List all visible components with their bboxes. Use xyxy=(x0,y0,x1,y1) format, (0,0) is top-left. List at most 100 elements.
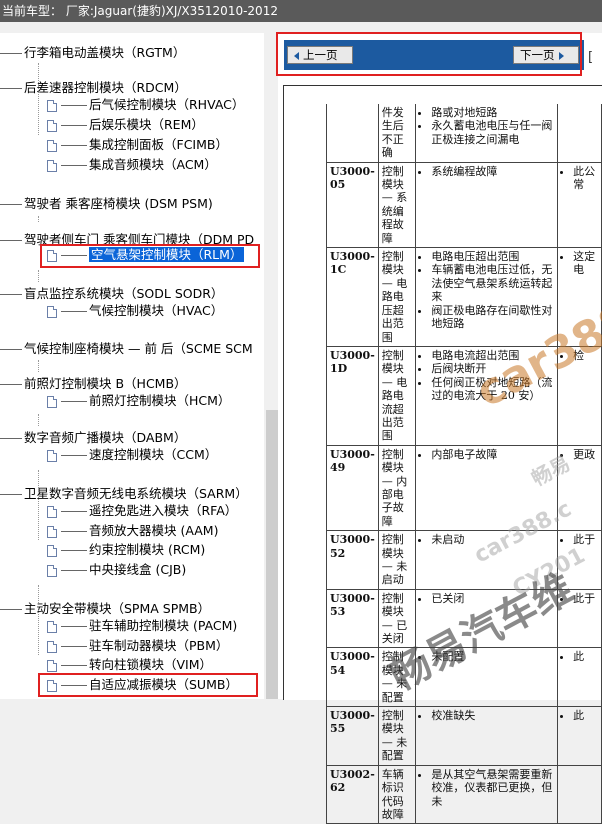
tree-guide-line xyxy=(38,63,39,135)
tree-leaf-line xyxy=(61,626,87,627)
document-icon xyxy=(47,395,57,408)
tree-item[interactable]: 中央接线盒 (CJB) xyxy=(47,561,186,579)
cause-item: 是从其空气悬架需要重新校准，仪表都已更换，但未 xyxy=(431,768,554,808)
dtc-description: 控制模块 — 内部电子故障 xyxy=(377,444,417,532)
cause-item: 未配置 xyxy=(431,650,554,663)
cause-item: 系统编程故障 xyxy=(431,165,554,178)
module-tree: 行李箱电动盖模块（RGTM） 后差速器控制模块（RDCM） 后气候控制模块（RHVA… xyxy=(0,33,264,699)
dtc-code: U3000-53 xyxy=(326,588,379,649)
table-row: U3000-53控制模块 — 已关闭 已关闭 此于 xyxy=(326,588,602,649)
tree-branch-line xyxy=(0,88,22,89)
dtc-description: 控制模块 — 电路电压超出范围 xyxy=(377,247,417,347)
tree-guide-line xyxy=(38,470,39,540)
tree-item-label: 主动安全带模块（SPMA SPMB） xyxy=(24,601,211,616)
tree-item[interactable]: 速度控制模块（CCM） xyxy=(47,446,217,464)
tree-leaf-line xyxy=(61,665,87,666)
tree-item-label: 集成音频模块（ACM） xyxy=(89,157,217,172)
selected-item-highlight xyxy=(40,244,260,268)
tree-group[interactable]: 气候控制座椅模块 — 前 后（SCME SCM xyxy=(0,340,253,358)
tree-branch-line xyxy=(0,294,22,295)
tree-group[interactable]: 数字音频广播模块（DABM） xyxy=(0,429,186,447)
tree-guide-line xyxy=(38,270,39,282)
action-item: 此于 xyxy=(573,533,598,546)
tree-scroll-thumb[interactable] xyxy=(266,410,278,699)
tree-item[interactable]: 约束控制模块 (RCM) xyxy=(47,541,205,559)
action-list: 检 xyxy=(561,349,598,362)
dtc-causes: 路或对地短路永久蓄电池电压与任一阀正极连接之间漏电 xyxy=(415,104,559,163)
action-item: 检 xyxy=(573,349,598,362)
tree-item[interactable]: 气候控制模块（HVAC） xyxy=(47,302,223,320)
cause-list: 系统编程故障 xyxy=(419,165,554,178)
tree-item-label: 后差速器控制模块（RDCM） xyxy=(24,80,187,95)
tree-leaf-line xyxy=(61,125,87,126)
cause-list: 未启动 xyxy=(419,533,554,546)
table-row: U3000-54控制模块 — 未配置 未配置 此 xyxy=(326,647,602,708)
cause-list: 路或对地短路永久蓄电池电压与任一阀正极连接之间漏电 xyxy=(419,106,554,146)
tree-leaf-line xyxy=(61,646,87,647)
table-row: U3000-49控制模块 — 内部电子故障 内部电子故障 更政 xyxy=(326,444,602,532)
tree-item-label: 气候控制模块（HVAC） xyxy=(89,303,224,318)
tree-item-label: 转向柱锁模块（VIM） xyxy=(89,657,213,672)
dtc-causes: 未启动 xyxy=(415,530,559,590)
tree-leaf-line xyxy=(61,570,87,571)
tree-item[interactable]: 遥控免匙进入模块（RFA） xyxy=(47,502,237,520)
tree-branch-line xyxy=(0,204,22,205)
tree-guide-line xyxy=(38,414,39,426)
tree-branch-line xyxy=(0,240,22,241)
tree-branch-line xyxy=(0,384,22,385)
dtc-action: 此 xyxy=(557,647,602,708)
cause-item: 永久蓄电池电压与任一阀正极连接之间漏电 xyxy=(431,119,554,146)
tree-item[interactable]: 集成音频模块（ACM） xyxy=(47,156,217,174)
tree-group[interactable]: 前照灯控制模块 B（HCMB） xyxy=(0,375,187,393)
dtc-description: 控制模块 — 未配置 xyxy=(377,706,417,766)
table-row: U3000-52控制模块 — 未启动 未启动 此于 xyxy=(326,530,602,590)
dtc-causes: 电路电压超出范围车辆蓄电池电压过低，无法使空气悬架系统运转起来阀正极电路存在间歇… xyxy=(415,247,559,347)
dtc-code: U3000-55 xyxy=(326,706,379,766)
tree-leaf-line xyxy=(61,511,87,512)
document-icon xyxy=(47,505,57,518)
cause-list: 电路电流超出范围后阀块断开任何阀正极对地短路（流过的电流大于 20 安） xyxy=(419,349,554,403)
dtc-causes: 系统编程故障 xyxy=(415,161,559,249)
tree-group[interactable]: 主动安全带模块（SPMA SPMB） xyxy=(0,600,210,618)
window-title-bar: 当前车型： 厂家:Jaguar(捷豹)XJ/X3512010-2012 xyxy=(0,0,602,22)
tree-item[interactable]: 驻车辅助控制模块 (PACM) xyxy=(47,617,237,635)
tree-item[interactable]: 音频放大器模块 (AAM) xyxy=(47,522,218,540)
dtc-causes: 已关闭 xyxy=(415,588,559,649)
document-icon xyxy=(47,544,57,557)
dtc-action xyxy=(557,764,602,824)
tree-leaf-line xyxy=(61,401,87,402)
toolbar-edge: [ xyxy=(588,50,594,65)
cause-item: 电路电流超出范围 xyxy=(431,349,554,362)
tree-item-label: 中央接线盒 (CJB) xyxy=(89,562,187,577)
cause-list: 是从其空气悬架需要重新校准，仪表都已更换，但未 xyxy=(419,768,554,808)
tree-leaf-line xyxy=(61,105,87,106)
dtc-action: 更政 xyxy=(557,444,602,532)
tree-group[interactable]: 后差速器控制模块（RDCM） xyxy=(0,79,187,97)
dtc-description: 控制模块 — 已关闭 xyxy=(377,588,417,649)
tree-item-label: 遥控免匙进入模块（RFA） xyxy=(89,503,238,518)
tree-group[interactable]: 行李箱电动盖模块（RGTM） xyxy=(0,44,185,62)
dtc-description: 车辆标识代码故障 xyxy=(377,764,417,824)
dtc-description: 控制模块 — 未启动 xyxy=(377,530,417,590)
cause-item: 车辆蓄电池电压过低，无法使空气悬架系统运转起来 xyxy=(431,263,554,303)
tree-branch-line xyxy=(0,53,22,54)
action-item: 此公常 xyxy=(573,165,598,192)
dtc-code: U3000-1D xyxy=(326,345,379,446)
tree-guide-line xyxy=(38,360,39,372)
tree-item-label: 数字音频广播模块（DABM） xyxy=(24,430,187,445)
cause-item: 后阀块断开 xyxy=(431,362,554,375)
tree-group[interactable]: 盲点监控系统模块（SODL SODR） xyxy=(0,285,223,303)
tree-item[interactable]: 后气候控制模块（RHVAC） xyxy=(47,96,244,114)
tree-item[interactable]: 驻车制动器模块（PBM） xyxy=(47,637,228,655)
tree-item[interactable]: 前照灯控制模块（HCM） xyxy=(47,392,230,410)
table-row: U3002-62车辆标识代码故障是从其空气悬架需要重新校准，仪表都已更换，但未 xyxy=(326,764,602,824)
tree-item-label: 卫星数字音频无线电系统模块（SARM） xyxy=(24,486,248,501)
tree-item[interactable]: 转向柱锁模块（VIM） xyxy=(47,656,212,674)
tree-item[interactable]: 后娱乐模块（REM） xyxy=(47,116,204,134)
document-icon xyxy=(47,659,57,672)
dtc-action: 这定电 xyxy=(557,247,602,347)
tree-group[interactable]: 驾驶者 乘客座椅模块 (DSM PSM) xyxy=(0,195,213,213)
cause-item: 路或对地短路 xyxy=(431,106,554,119)
tree-item[interactable]: 集成控制面板（FCIMB） xyxy=(47,136,228,154)
dtc-description: 控制模块 — 系统编程故障 xyxy=(377,161,417,249)
